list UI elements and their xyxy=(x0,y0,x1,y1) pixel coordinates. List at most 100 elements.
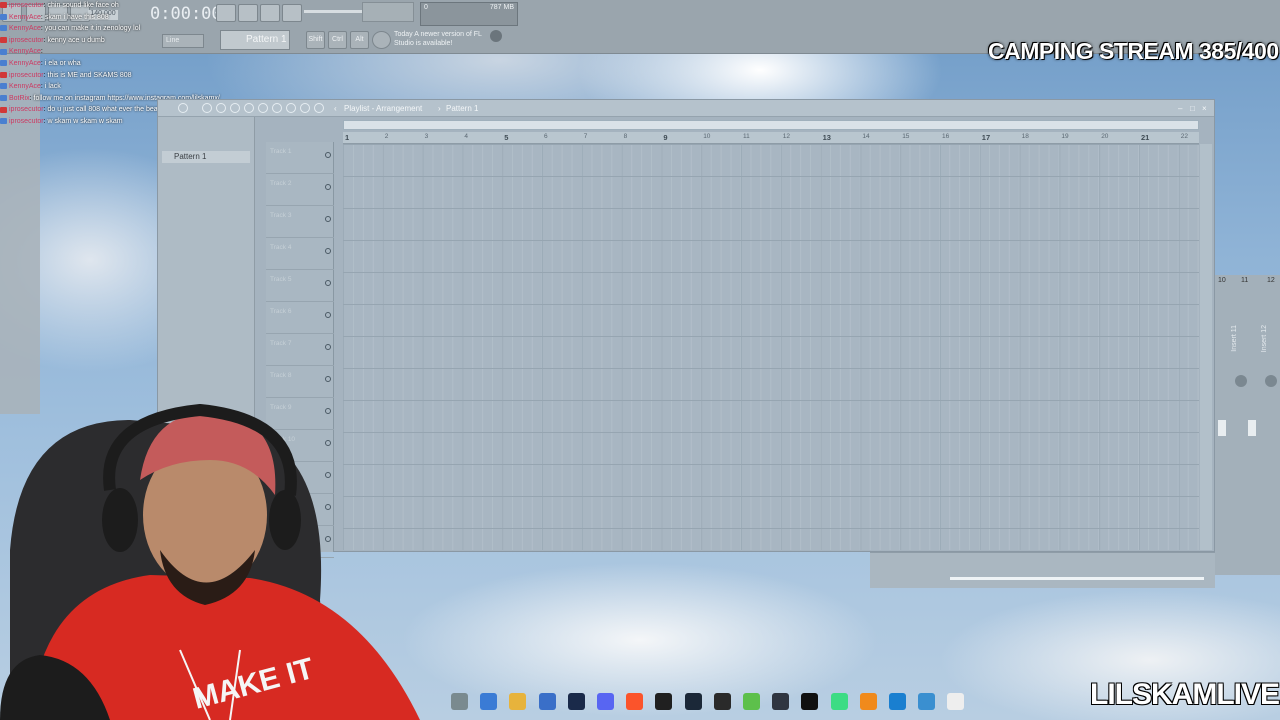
magnet-icon[interactable] xyxy=(178,103,188,113)
mixer-channel-number: 10 xyxy=(1218,277,1226,284)
chat-username: KennyAce xyxy=(9,48,41,56)
discord-icon[interactable] xyxy=(597,693,614,710)
hint-knob-icon[interactable] xyxy=(490,30,502,42)
volume-fader[interactable] xyxy=(1248,420,1256,436)
track-header[interactable]: Track 1 xyxy=(266,142,334,174)
track-mute-icon[interactable] xyxy=(325,344,331,350)
brush-icon[interactable] xyxy=(216,103,226,113)
bar-number: 11 xyxy=(743,133,750,140)
track-header[interactable]: Track 8 xyxy=(266,366,334,398)
shift-button[interactable]: Shift xyxy=(306,31,325,49)
chat-message: KennyAce: i ela or wha xyxy=(0,58,270,70)
ableton-icon[interactable] xyxy=(713,693,731,710)
timeline-ruler[interactable]: 1 2 3 4 5 6 7 8 9 10 11 12 13 14 15 16 17 18 19 20 21 22 xyxy=(343,132,1199,144)
track-header[interactable]: Track 2 xyxy=(266,174,334,206)
track-label: Track 6 xyxy=(270,308,292,315)
bar-number: 7 xyxy=(583,133,588,140)
bluestacks-icon[interactable] xyxy=(743,693,760,710)
select-icon[interactable] xyxy=(286,103,296,113)
bar-number: 21 xyxy=(1141,133,1150,142)
vertical-scrollbar[interactable] xyxy=(1200,144,1212,550)
mixer-window[interactable]: 10 11 12 Insert 11 Insert 12 xyxy=(1215,275,1280,575)
chat-text: w skam w skam w skam xyxy=(47,117,123,125)
chat-message: iprosecutor: kenny ace u dumb xyxy=(0,35,270,47)
memory-value: 0 xyxy=(424,4,428,11)
chat-text: skam i have this 808 xyxy=(44,13,109,21)
track-header[interactable]: Track 6 xyxy=(266,302,334,334)
close-icon[interactable]: × xyxy=(1202,100,1207,117)
chat-text: i ela or wha xyxy=(44,59,81,67)
metronome-icon[interactable] xyxy=(282,4,302,22)
bar-number: 13 xyxy=(822,133,831,142)
arrow-left-icon[interactable]: ‹ xyxy=(334,100,337,117)
capcut-icon[interactable] xyxy=(801,693,819,710)
track-header[interactable]: Track 3 xyxy=(266,206,334,238)
chat-badge-icon xyxy=(0,48,7,55)
arrangement-grid[interactable] xyxy=(343,144,1199,550)
channel-brand: LILSKAMLIVE xyxy=(1090,678,1280,711)
minimize-icon[interactable]: – xyxy=(1178,100,1182,117)
playlist-titlebar[interactable]: ‹ Playlist - Arrangement › Pattern 1 – □… xyxy=(158,100,1214,117)
playback-icon[interactable] xyxy=(314,103,324,113)
file-icon[interactable] xyxy=(947,693,965,710)
copilot-icon[interactable] xyxy=(480,693,498,710)
pattern-list-item[interactable]: Pattern 1 xyxy=(162,151,250,163)
file-explorer-icon[interactable] xyxy=(451,693,468,710)
track-label: Track 1 xyxy=(270,148,292,155)
bar-number: 18 xyxy=(1021,133,1029,140)
bar-number: 6 xyxy=(544,133,548,140)
folder-icon[interactable] xyxy=(509,693,527,710)
alt-button[interactable]: Alt xyxy=(350,31,369,49)
master-volume-slider[interactable] xyxy=(304,10,362,13)
news-ticker[interactable]: Today A newer version of FL Studio is av… xyxy=(394,30,486,52)
slice-icon[interactable] xyxy=(272,103,282,113)
track-header[interactable]: Track 5 xyxy=(266,270,334,302)
brave-icon[interactable] xyxy=(626,693,644,710)
bar-number: 12 xyxy=(782,133,791,140)
track-mute-icon[interactable] xyxy=(325,216,331,222)
track-label: Track 4 xyxy=(270,244,292,251)
bar-number: 1 xyxy=(345,133,350,142)
track-mute-icon[interactable] xyxy=(325,152,331,158)
chat-badge-icon xyxy=(0,60,7,67)
photos-icon[interactable] xyxy=(918,693,936,710)
chat-message: KennyAce: i lack xyxy=(0,81,270,93)
mixer-scrollbar[interactable] xyxy=(950,577,1204,580)
delete-icon[interactable] xyxy=(230,103,240,113)
breadcrumb-separator: › xyxy=(438,104,441,113)
cpu-icon[interactable] xyxy=(372,31,391,49)
horizontal-scrollbar[interactable] xyxy=(343,120,1199,130)
pencil-icon[interactable] xyxy=(202,103,212,113)
bar-number: 17 xyxy=(981,133,991,142)
pan-knob-icon[interactable] xyxy=(1265,375,1277,387)
notepad-icon[interactable] xyxy=(889,693,906,710)
chat-username: KennyAce xyxy=(9,83,41,91)
maximize-icon[interactable]: □ xyxy=(1190,100,1195,117)
track-mute-icon[interactable] xyxy=(325,184,331,190)
slip-icon[interactable] xyxy=(258,103,268,113)
mixer-insert-label: Insert 11 xyxy=(1231,325,1238,352)
track-mute-icon[interactable] xyxy=(325,248,331,254)
track-header[interactable]: Track 4 xyxy=(266,238,334,270)
track-mute-icon[interactable] xyxy=(325,376,331,382)
bar-number: 19 xyxy=(1061,133,1069,140)
chat-badge-icon xyxy=(0,106,7,113)
steam-icon[interactable] xyxy=(684,693,702,710)
track-mute-icon[interactable] xyxy=(325,312,331,318)
obs-icon[interactable] xyxy=(655,693,673,710)
mute-icon[interactable] xyxy=(244,103,254,113)
4k-icon[interactable] xyxy=(772,693,790,710)
ctrl-button[interactable]: Ctrl xyxy=(328,31,347,49)
store-icon[interactable] xyxy=(538,693,556,710)
chat-message: iprosecutor: chin sound like face oh xyxy=(0,0,270,12)
volume-fader[interactable] xyxy=(1218,420,1226,436)
photoshop-icon[interactable] xyxy=(567,693,585,710)
zoom-icon[interactable] xyxy=(300,103,310,113)
bar-number: 5 xyxy=(504,133,509,142)
track-header[interactable]: Track 7 xyxy=(266,334,334,366)
track-mute-icon[interactable] xyxy=(325,280,331,286)
android-icon[interactable] xyxy=(830,693,848,710)
bar-number: 2 xyxy=(384,133,389,140)
pan-knob-icon[interactable] xyxy=(1235,375,1247,387)
fl-studio-icon[interactable] xyxy=(859,693,877,710)
